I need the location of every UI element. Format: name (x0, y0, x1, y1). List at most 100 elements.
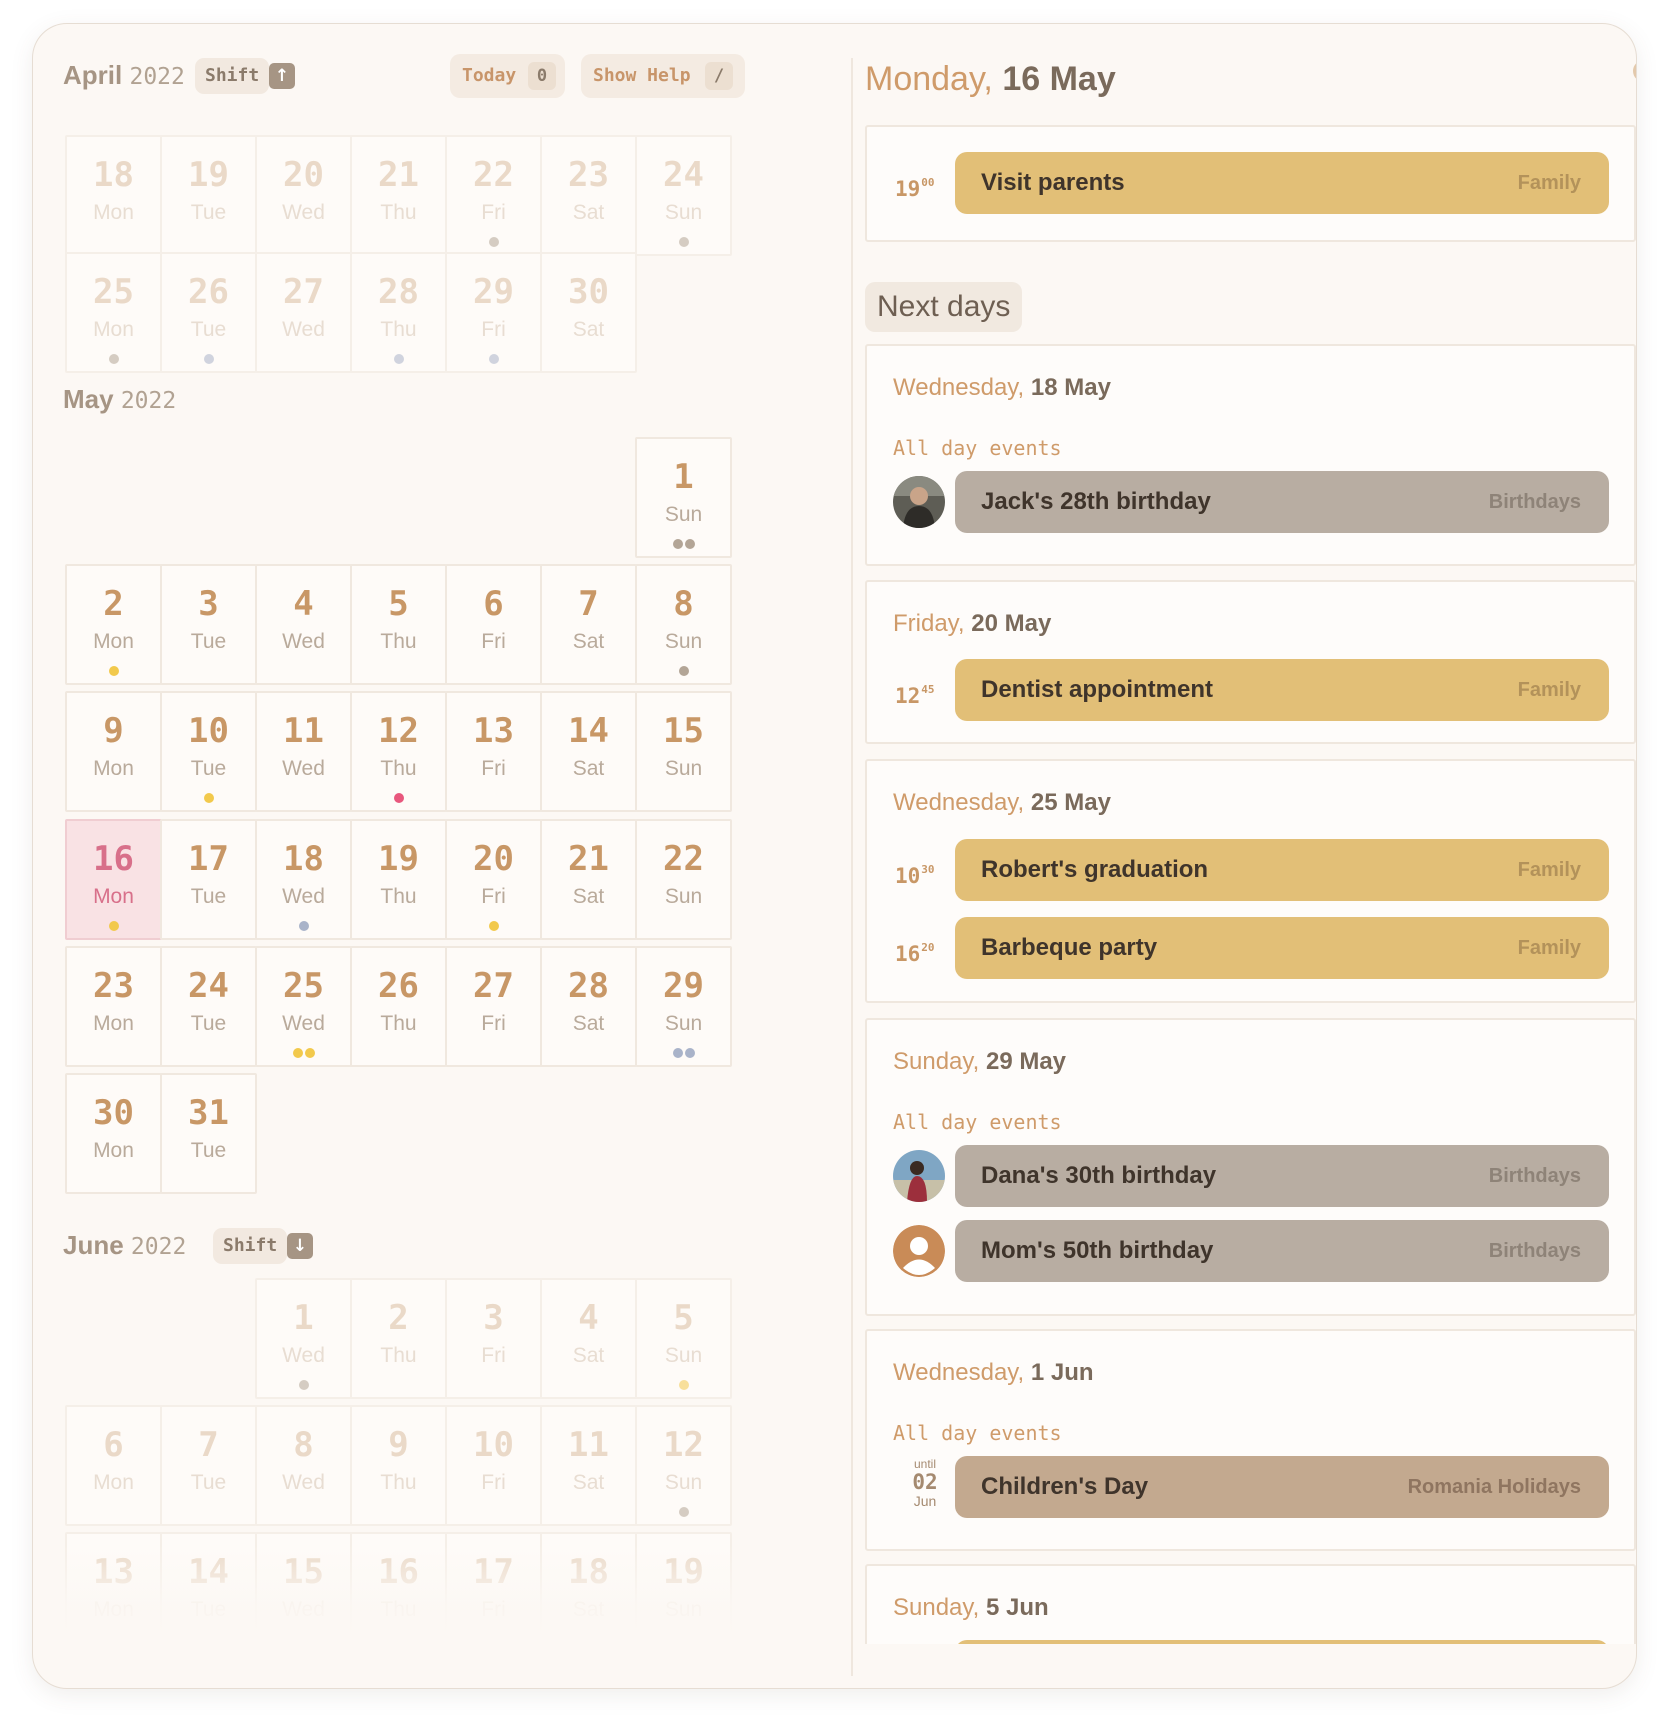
day-cell[interactable]: 9 Mon (65, 691, 162, 812)
day-cell[interactable]: 25 Wed (255, 946, 352, 1067)
day-cell[interactable]: 19 Sun (635, 1532, 732, 1644)
day-weekday: Fri (481, 1344, 506, 1367)
day-cell[interactable]: 13 Mon (65, 1532, 162, 1644)
day-cell[interactable]: 8 Sun (635, 564, 732, 685)
day-cell[interactable]: 6 Mon (65, 1405, 162, 1526)
day-cell[interactable]: 26 Tue (160, 252, 257, 373)
day-cell[interactable]: 14 Tue (160, 1532, 257, 1644)
day-cell[interactable]: 23 Sat (540, 135, 637, 256)
arrow-up-icon[interactable]: ↑ (269, 63, 295, 89)
day-cell[interactable]: 10 Tue (160, 691, 257, 812)
day-cell[interactable]: 18 Mon (65, 135, 162, 256)
day-cell[interactable]: 19 Thu (350, 819, 447, 940)
event-dots (162, 663, 255, 673)
day-cell[interactable]: 12 Sun (635, 1405, 732, 1526)
day-cell-today[interactable]: 16 Mon (65, 819, 162, 940)
day-cell[interactable]: 26 Thu (350, 946, 447, 1067)
show-help-button[interactable]: Show Help / (581, 54, 745, 98)
day-cell[interactable]: 11 Wed (255, 691, 352, 812)
day-cell[interactable]: 21 Sat (540, 819, 637, 940)
event-roberts-graduation[interactable]: Robert's graduation Family (955, 839, 1609, 901)
day-cell[interactable]: 12 Thu (350, 691, 447, 812)
day-cell[interactable]: 29 Fri (445, 252, 542, 373)
event-dots (637, 1045, 730, 1058)
event-dot (393, 793, 404, 803)
day-cell[interactable]: 19 Tue (160, 135, 257, 256)
day-cell[interactable]: 7 Sat (540, 564, 637, 685)
day-daymonth: 25 May (1030, 789, 1111, 816)
day-cell[interactable]: 28 Sat (540, 946, 637, 1067)
day-cell[interactable]: 4 Wed (255, 564, 352, 685)
day-weekday: Fri (481, 1598, 506, 1621)
month-title-april: April 2022 (63, 60, 185, 91)
day-cell[interactable]: 17 Tue (160, 819, 257, 940)
arrow-down-icon[interactable]: ↓ (287, 1233, 313, 1259)
event-dots (447, 918, 540, 931)
event-dentist-appointment[interactable]: Dentist appointment Family (955, 659, 1609, 721)
day-cell[interactable]: 20 Wed (255, 135, 352, 256)
day-cell[interactable]: 24 Tue (160, 946, 257, 1067)
day-cell[interactable]: 20 Fri (445, 819, 542, 940)
day-cell[interactable]: 23 Mon (65, 946, 162, 1067)
event-dots (162, 790, 255, 803)
day-cell[interactable]: 5 Sun (635, 1278, 732, 1399)
day-weekday: Sun (664, 201, 703, 224)
event-dots (257, 663, 350, 673)
event-moms-birthday[interactable]: Mom's 50th birthday Birthdays (955, 1220, 1609, 1282)
day-cell[interactable]: 10 Fri (445, 1405, 542, 1526)
day-cell[interactable]: 28 Thu (350, 252, 447, 373)
event-dots (352, 1631, 445, 1641)
event-dots (447, 1377, 540, 1387)
day-cell[interactable]: 5 Thu (350, 564, 447, 685)
day-number: 26 (188, 272, 229, 312)
event-dots (162, 1045, 255, 1055)
event-danas-birthday[interactable]: Dana's 30th birthday Birthdays (955, 1145, 1609, 1207)
day-cell[interactable]: 1 Wed (255, 1278, 352, 1399)
event-dots (257, 1504, 350, 1514)
day-cell[interactable]: 31 Tue (160, 1073, 257, 1194)
day-number: 11 (283, 711, 324, 751)
day-cell[interactable]: 30 Sat (540, 252, 637, 373)
event-dots (637, 790, 730, 800)
day-cell[interactable]: 9 Thu (350, 1405, 447, 1526)
day-cell[interactable]: 6 Fri (445, 564, 542, 685)
day-cell[interactable]: 27 Fri (445, 946, 542, 1067)
day-cell[interactable]: 18 Sat (540, 1532, 637, 1644)
event-dot (108, 921, 119, 931)
day-cell[interactable]: 22 Fri (445, 135, 542, 256)
day-cell[interactable]: 2 Mon (65, 564, 162, 685)
day-cell[interactable]: 24 Sun (635, 135, 732, 256)
day-cell[interactable]: 21 Thu (350, 135, 447, 256)
day-cell[interactable]: 16 Thu (350, 1532, 447, 1644)
day-cell[interactable]: 7 Tue (160, 1405, 257, 1526)
day-cell[interactable]: 15 Wed (255, 1532, 352, 1644)
event-barbeque-party[interactable]: Barbeque party Family (955, 917, 1609, 979)
day-cell[interactable]: 11 Sat (540, 1405, 637, 1526)
day-cell[interactable]: 8 Wed (255, 1405, 352, 1526)
day-number: 1 (673, 457, 694, 497)
day-cell[interactable]: 1 Sun (635, 437, 732, 558)
day-cell[interactable]: 4 Sat (540, 1278, 637, 1399)
event-dots (542, 351, 635, 361)
day-cell[interactable]: 27 Wed (255, 252, 352, 373)
day-cell[interactable]: 30 Mon (65, 1073, 162, 1194)
day-cell[interactable]: 29 Sun (635, 946, 732, 1067)
event-jacks-birthday[interactable]: Jack's 28th birthday Birthdays (955, 471, 1609, 533)
day-cell[interactable]: 15 Sun (635, 691, 732, 812)
day-cell[interactable]: 18 Wed (255, 819, 352, 940)
today-button[interactable]: Today 0 (450, 54, 565, 98)
day-cell[interactable]: 2 Thu (350, 1278, 447, 1399)
event-title: Jack's 28th birthday (981, 488, 1211, 515)
event-visit-parents[interactable]: Visit parents Family (955, 152, 1609, 214)
event-partial[interactable] (955, 1640, 1609, 1644)
day-cell[interactable]: 14 Sat (540, 691, 637, 812)
event-childrens-day[interactable]: Children's Day Romania Holidays (955, 1456, 1609, 1518)
day-cell[interactable]: 25 Mon (65, 252, 162, 373)
day-number: 17 (188, 839, 229, 879)
day-cell[interactable]: 3 Tue (160, 564, 257, 685)
event-calendar: Birthdays (1488, 491, 1581, 513)
day-cell[interactable]: 3 Fri (445, 1278, 542, 1399)
day-cell[interactable]: 22 Sun (635, 819, 732, 940)
day-cell[interactable]: 17 Fri (445, 1532, 542, 1644)
day-cell[interactable]: 13 Fri (445, 691, 542, 812)
